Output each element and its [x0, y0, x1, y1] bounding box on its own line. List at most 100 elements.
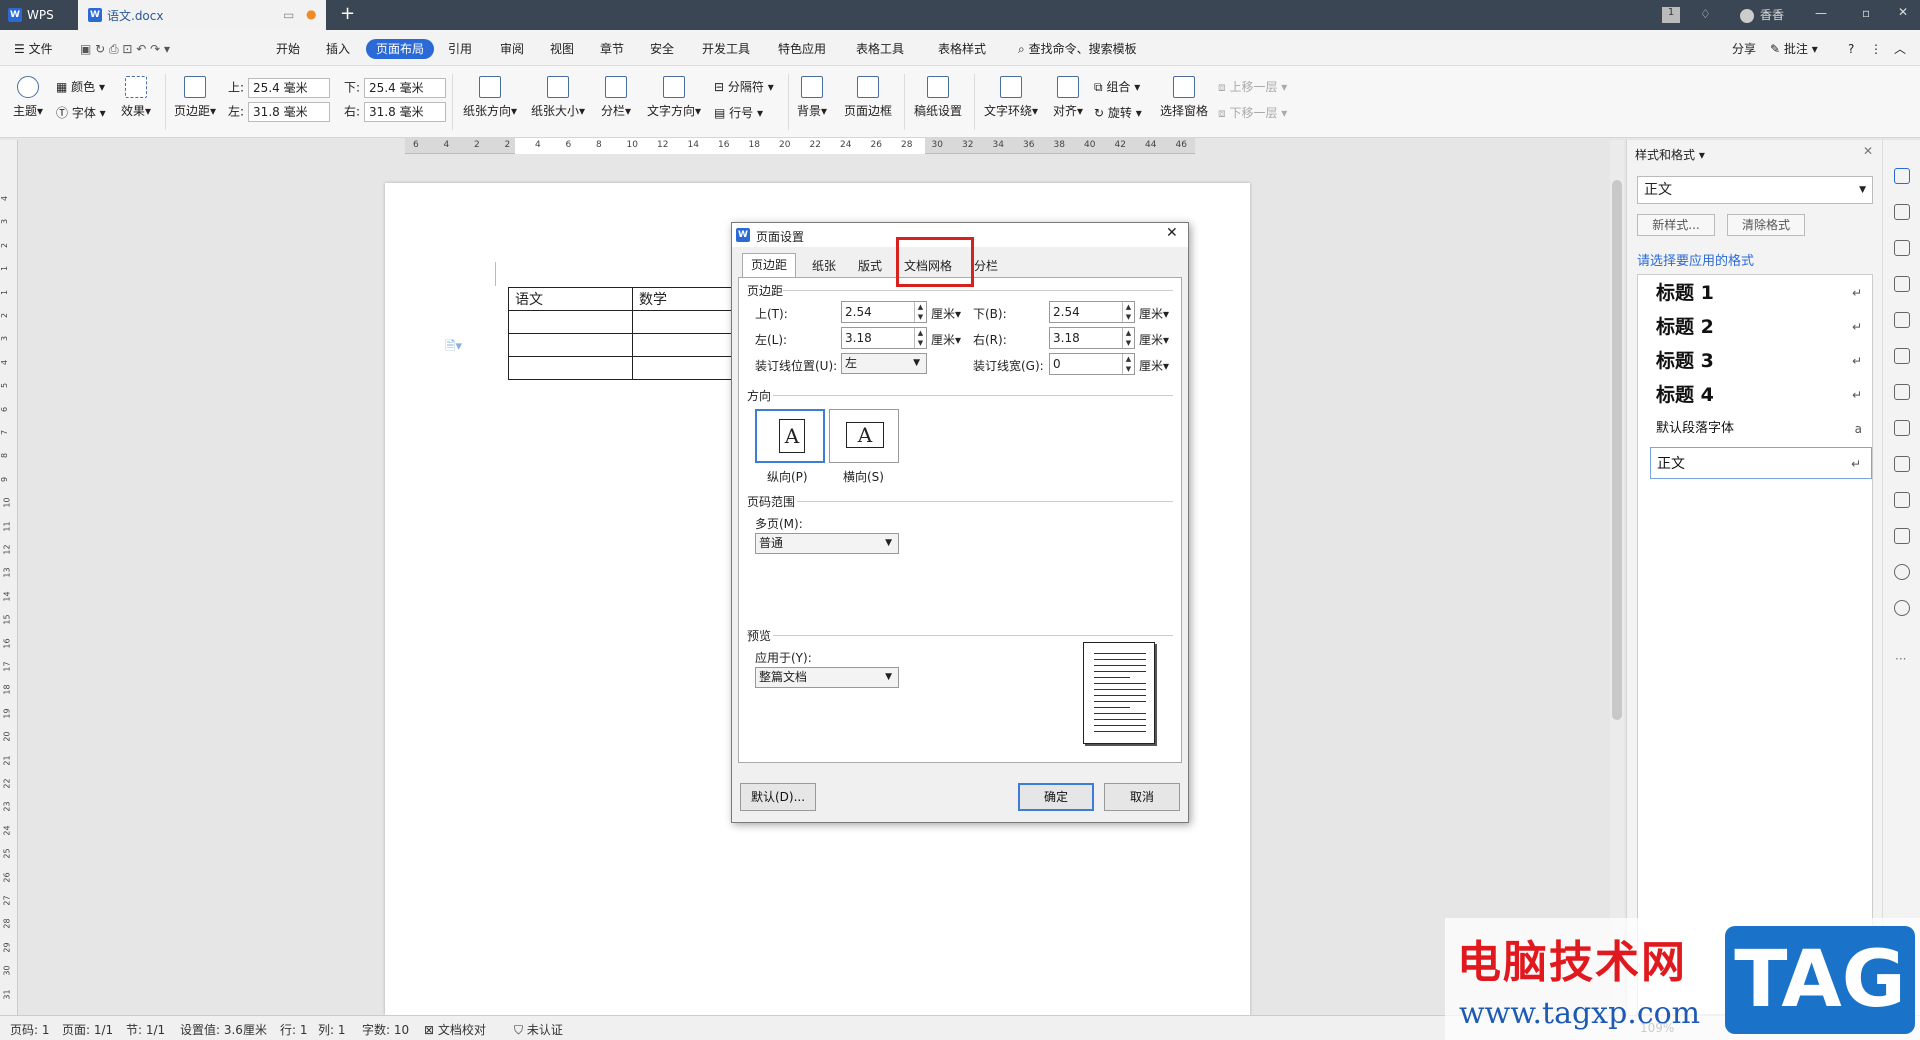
- page-border-button[interactable]: 页面边框: [838, 76, 898, 119]
- paragraph-handle-icon[interactable]: 🗎▾: [445, 337, 462, 359]
- spinner-arrows-icon[interactable]: ▲ ▼: [1122, 302, 1134, 322]
- unit-select[interactable]: 厘米▾: [1139, 305, 1169, 322]
- multiple-pages-select[interactable]: 普通 ▼: [755, 533, 899, 554]
- document-table[interactable]: 语文 数学: [508, 287, 757, 380]
- spinner-arrows-icon[interactable]: ▲ ▼: [914, 302, 926, 322]
- margins-button[interactable]: 页边距▾: [172, 76, 218, 119]
- maximize-icon[interactable]: ▫: [1862, 6, 1870, 20]
- user-account[interactable]: 香香: [1740, 6, 1784, 23]
- panel-close-icon[interactable]: ✕: [1863, 144, 1873, 158]
- font-tool-icon[interactable]: [1894, 276, 1910, 292]
- color-button[interactable]: ▦ 颜色 ▾: [56, 78, 105, 95]
- unit-select[interactable]: 厘米▾: [931, 305, 961, 322]
- horizontal-ruler[interactable]: 6 4 2 2 4 6 8 10 12 14 16 18 20 22 24 26 28 30 32 34 36 38 40 4…: [405, 138, 1195, 154]
- panel-title[interactable]: 样式和格式 ▾: [1635, 146, 1705, 163]
- grid-paper-button[interactable]: 稿纸设置: [910, 76, 966, 119]
- group-button[interactable]: ⧉ 组合 ▾: [1094, 78, 1140, 95]
- scrollbar-thumb[interactable]: [1612, 180, 1622, 720]
- search-command[interactable]: ⌕ 查找命令、搜索模板: [1014, 39, 1141, 59]
- status-words[interactable]: 字数: 10: [362, 1021, 409, 1038]
- tab-paper[interactable]: 纸张: [804, 255, 844, 277]
- text-direction-button[interactable]: 文字方向▾: [644, 76, 704, 119]
- skin-icon[interactable]: ♢: [1700, 7, 1711, 21]
- send-backward-button[interactable]: ⧈ 下移一层 ▾: [1218, 104, 1287, 121]
- style-tool-icon[interactable]: [1894, 168, 1910, 184]
- align-button[interactable]: 对齐▾: [1048, 76, 1088, 119]
- spinner-arrows-icon[interactable]: ▲ ▼: [1122, 328, 1134, 348]
- share-button[interactable]: 分享: [1728, 39, 1760, 59]
- ok-button[interactable]: 确定: [1018, 783, 1094, 811]
- menu-features[interactable]: 特色应用: [774, 39, 830, 59]
- effect-button[interactable]: 效果▾: [116, 76, 156, 119]
- menu-review[interactable]: 审阅: [496, 39, 528, 59]
- margin-right-field[interactable]: 右: 31.8 毫米: [344, 102, 447, 122]
- dialog-close-icon[interactable]: ✕: [1166, 225, 1178, 241]
- table-cell[interactable]: [508, 356, 633, 380]
- status-section[interactable]: 节: 1/1: [126, 1021, 165, 1038]
- menu-references[interactable]: 引用: [444, 39, 476, 59]
- close-icon[interactable]: ✕: [1898, 5, 1908, 19]
- settings-tool-icon[interactable]: [1894, 348, 1910, 364]
- font-button[interactable]: Ⓣ 字体 ▾: [56, 104, 106, 121]
- style-heading-2[interactable]: 标题 2 ↵: [1650, 311, 1872, 343]
- menu-table-style[interactable]: 表格样式: [934, 39, 990, 59]
- unit-select[interactable]: 厘米▾: [1139, 331, 1169, 348]
- menu-table-tools[interactable]: 表格工具: [852, 39, 908, 59]
- margin-left-field[interactable]: 左: 31.8 毫米: [228, 102, 331, 122]
- tab-layout[interactable]: 版式: [850, 255, 890, 277]
- orientation-button[interactable]: 纸张方向▾: [460, 76, 520, 119]
- quick-access-toolbar[interactable]: ▣ ↻ ⎙ ⊡ ↶ ↷ ▾: [76, 39, 174, 59]
- style-heading-4[interactable]: 标题 4 ↵: [1650, 379, 1872, 411]
- menu-security[interactable]: 安全: [646, 39, 678, 59]
- right-margin-spinner[interactable]: 3.18 ▲ ▼: [1049, 327, 1135, 349]
- breaks-button[interactable]: ⊟ 分隔符 ▾: [714, 78, 774, 95]
- select-tool-icon[interactable]: [1894, 204, 1910, 220]
- cancel-button[interactable]: 取消: [1104, 783, 1180, 811]
- status-page-no[interactable]: 页码: 1: [10, 1021, 50, 1038]
- menu-start[interactable]: 开始: [272, 39, 304, 59]
- style-heading-1[interactable]: 标题 1 ↵: [1650, 277, 1872, 309]
- more-tools-icon[interactable]: ···: [1895, 652, 1906, 666]
- shield-tool-icon[interactable]: [1894, 528, 1910, 544]
- line-numbers-button[interactable]: ▤ 行号 ▾: [714, 104, 763, 121]
- style-body[interactable]: 正文 ↵: [1650, 447, 1872, 479]
- limit-tool-icon[interactable]: [1894, 384, 1910, 400]
- file-menu[interactable]: ☰ 文件: [10, 39, 57, 59]
- table-cell[interactable]: [508, 333, 633, 357]
- text-wrap-button[interactable]: 文字环绕▾: [980, 76, 1042, 119]
- portrait-option[interactable]: A: [755, 409, 825, 463]
- new-style-button[interactable]: 新样式...: [1637, 214, 1715, 236]
- comment-button[interactable]: ✎ 批注 ▾: [1766, 39, 1822, 59]
- theme-button[interactable]: 主题▾: [10, 76, 46, 119]
- status-row[interactable]: 行: 1: [280, 1021, 308, 1038]
- clear-format-button[interactable]: 清除格式: [1727, 214, 1805, 236]
- table-tool-icon[interactable]: [1894, 312, 1910, 328]
- unit-select[interactable]: 厘米▾: [931, 331, 961, 348]
- label-portrait[interactable]: 纵向(P): [767, 468, 808, 485]
- selection-pane-button[interactable]: 选择窗格: [1158, 76, 1210, 119]
- rotate-button[interactable]: ↻ 旋转 ▾: [1094, 104, 1142, 121]
- style-heading-3[interactable]: 标题 3 ↵: [1650, 345, 1872, 377]
- gutter-position-select[interactable]: 左 ▼: [841, 353, 927, 374]
- background-button[interactable]: 背景▾: [794, 76, 830, 119]
- minimize-icon[interactable]: —: [1815, 6, 1827, 20]
- menu-insert[interactable]: 插入: [322, 39, 354, 59]
- proofread-button[interactable]: ⊠ 文档校对: [424, 1021, 486, 1038]
- vertical-scrollbar[interactable]: [1610, 140, 1624, 1015]
- more-icon[interactable]: ⋮: [1866, 39, 1886, 59]
- unit-select[interactable]: 厘米▾: [1139, 357, 1169, 374]
- tab-pin-icon[interactable]: ▭: [283, 8, 294, 22]
- top-margin-spinner[interactable]: 2.54 ▲ ▼: [841, 301, 927, 323]
- bring-forward-button[interactable]: ⧈ 上移一层 ▾: [1218, 78, 1287, 95]
- current-style-select[interactable]: 正文 ▼: [1637, 176, 1873, 204]
- menu-page-layout[interactable]: 页面布局: [366, 39, 435, 59]
- vertical-ruler[interactable]: 4 3 2 1 1 2 3 4 5 6 7 8 9 10 11 12 13 14 15 16 17 18 19 20 21 22 2…: [0, 140, 18, 1015]
- table-cell[interactable]: 语文: [508, 287, 633, 311]
- table-cell[interactable]: [508, 310, 633, 334]
- margin-bottom-field[interactable]: 下: 25.4 毫米: [344, 78, 447, 98]
- shapes-tool-icon[interactable]: [1894, 240, 1910, 256]
- tab-count-icon[interactable]: 1: [1662, 7, 1680, 23]
- margin-top-field[interactable]: 上: 25.4 毫米: [228, 78, 331, 98]
- menu-view[interactable]: 视图: [546, 39, 578, 59]
- tab-margins[interactable]: 页边距: [742, 253, 797, 278]
